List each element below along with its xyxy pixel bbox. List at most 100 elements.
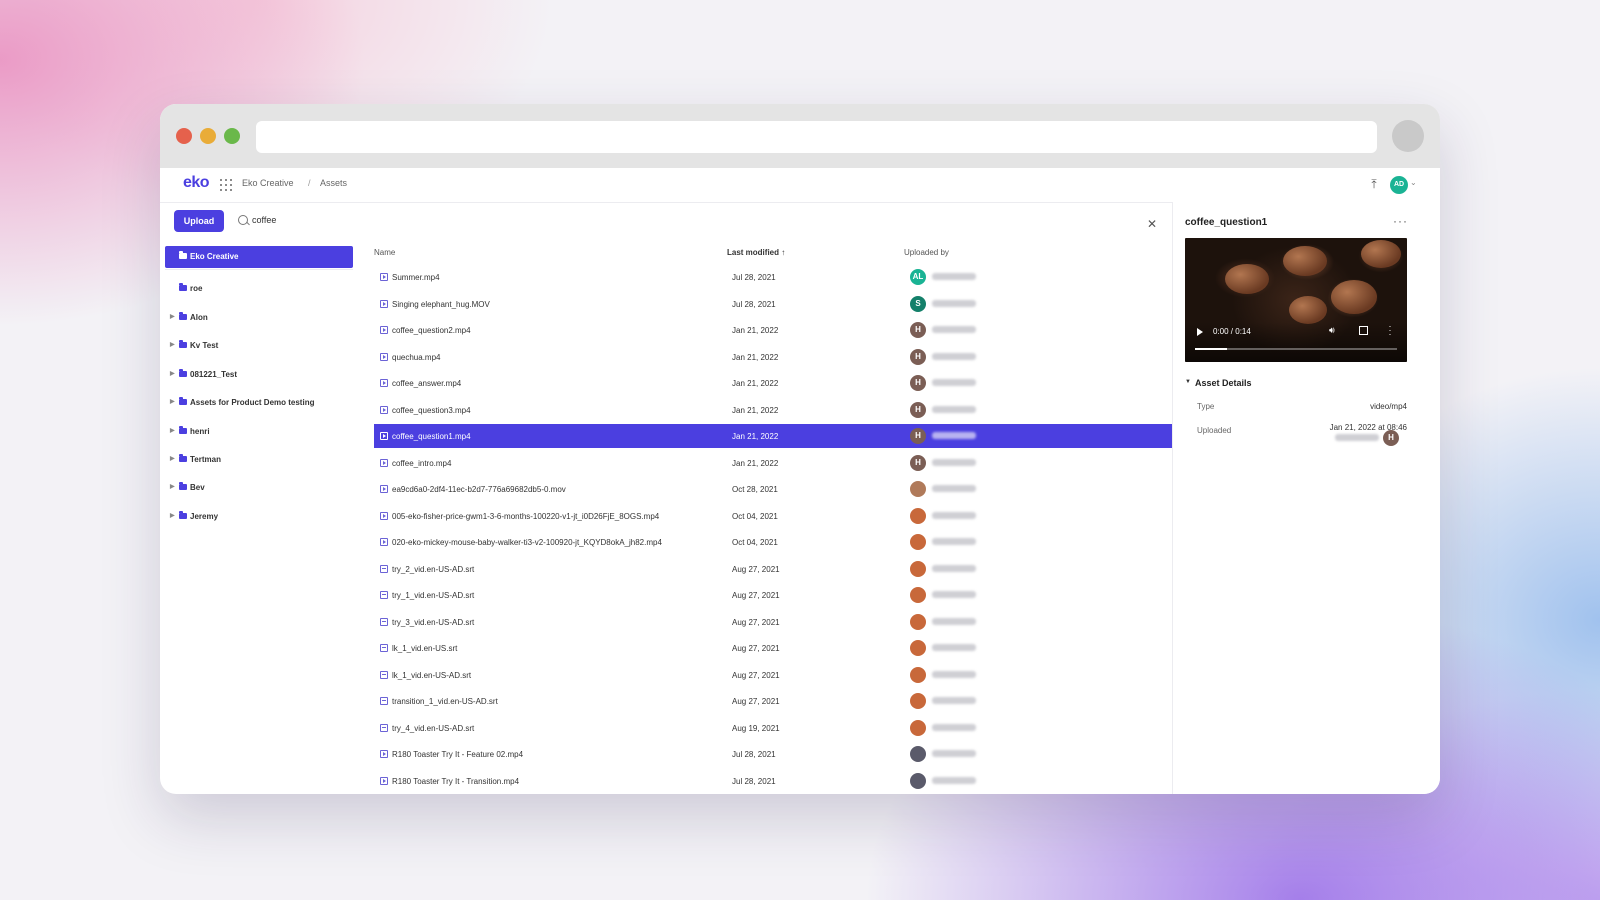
file-name: coffee_question2.mp4 [392, 326, 471, 335]
subtitle-file-icon [380, 564, 388, 573]
uploader-avatar [910, 746, 926, 762]
table-row[interactable]: try_1_vid.en-US-AD.srt Aug 27, 2021 [374, 583, 1172, 607]
upload-arrow-icon[interactable]: ⤒ [1366, 176, 1382, 192]
video-file-icon [380, 299, 388, 308]
uploader-name [932, 379, 976, 386]
folder-icon [179, 251, 187, 259]
expand-caret-icon[interactable]: ▶ [170, 398, 175, 405]
video-file-icon [380, 405, 388, 414]
chevron-down-icon[interactable]: ⌄ [1410, 178, 1417, 187]
play-icon[interactable] [1197, 328, 1203, 336]
folder-icon [179, 397, 187, 405]
asset-details-heading[interactable]: Asset Details [1195, 378, 1252, 388]
table-row[interactable]: lk_1_vid.en-US.srt Aug 27, 2021 [374, 636, 1172, 660]
sidebar-folder-item[interactable]: ▶ Tertman [165, 449, 353, 471]
video-seek-bar[interactable] [1195, 348, 1397, 350]
table-row[interactable]: coffee_question1.mp4 Jan 21, 2022 H [374, 424, 1172, 448]
table-row[interactable]: Summer.mp4 Jul 28, 2021 AL [374, 265, 1172, 289]
table-row[interactable]: coffee_answer.mp4 Jan 21, 2022 H [374, 371, 1172, 395]
video-player[interactable]: 0:00 / 0:14 🔊︎ · · · [1185, 238, 1407, 362]
sidebar-folder-label: Jeremy [190, 512, 219, 521]
video-file-icon [380, 432, 388, 440]
video-file-icon [380, 379, 388, 387]
asset-title: coffee_question1 [1185, 217, 1268, 228]
table-row[interactable]: try_4_vid.en-US-AD.srt Aug 19, 2021 [374, 716, 1172, 740]
file-name: transition_1_vid.en-US-AD.srt [392, 697, 498, 706]
volume-icon[interactable]: 🔊︎ [1329, 325, 1335, 336]
column-header-uploaded-by[interactable]: Uploaded by [904, 248, 949, 257]
table-row[interactable]: coffee_question3.mp4 Jan 21, 2022 H [374, 398, 1172, 422]
table-row[interactable]: Singing elephant_hug.MOV Jul 28, 2021 S [374, 292, 1172, 316]
table-row[interactable]: 020-eko-mickey-mouse-baby-walker-ti3-v2-… [374, 530, 1172, 554]
expand-caret-icon[interactable]: ▶ [170, 427, 175, 434]
sidebar-folder-item[interactable]: ▶ Alon [165, 307, 353, 329]
folder-icon [179, 482, 187, 490]
file-name: Summer.mp4 [392, 273, 440, 282]
minimize-window-button[interactable] [200, 128, 216, 144]
table-row[interactable]: try_2_vid.en-US-AD.srt Aug 27, 2021 [374, 557, 1172, 581]
sidebar-folder-item[interactable]: Eko Creative [165, 246, 353, 268]
uploader-name [932, 617, 976, 625]
maximize-window-button[interactable] [224, 128, 240, 144]
table-row[interactable]: lk_1_vid.en-US-AD.srt Aug 27, 2021 [374, 663, 1172, 687]
sidebar-folder-item[interactable]: ▶ 081221_Test [165, 364, 353, 386]
browser-profile-avatar[interactable] [1392, 120, 1424, 152]
sidebar-folder-item[interactable]: ▶ Kv Test [165, 335, 353, 357]
breadcrumb-separator: / [308, 178, 311, 188]
sidebar-folder-item[interactable]: roe [165, 278, 353, 300]
uploader-name [932, 432, 976, 439]
sidebar-folder-item[interactable]: ▶ Jeremy [165, 506, 353, 528]
file-name: coffee_question1.mp4 [392, 432, 471, 441]
close-panel-icon[interactable]: ✕ [1145, 217, 1159, 231]
sidebar-folder-label: Eko Creative [190, 252, 239, 261]
table-row[interactable]: coffee_intro.mp4 Jan 21, 2022 H [374, 451, 1172, 475]
table-row[interactable]: try_3_vid.en-US-AD.srt Aug 27, 2021 [374, 610, 1172, 634]
expand-caret-icon[interactable]: ▶ [170, 455, 175, 462]
subtitle-file-icon [380, 591, 388, 599]
file-name: R180 Toaster Try It - Transition.mp4 [392, 776, 520, 786]
video-file-icon [380, 326, 388, 334]
table-row[interactable]: R180 Toaster Try It - Transition.mp4 Jul … [374, 769, 1172, 793]
caret-down-icon[interactable]: ▼ [1185, 379, 1191, 385]
more-options-icon[interactable]: ··· [1393, 214, 1408, 228]
expand-caret-icon[interactable]: ▶ [170, 483, 175, 490]
table-row[interactable]: 005-eko-fisher-price-gwm1-3-6-months-100… [374, 504, 1172, 528]
expand-caret-icon[interactable]: ▶ [170, 370, 175, 377]
file-name: coffee_answer.mp4 [392, 379, 462, 388]
type-value: video/mp4 [1370, 402, 1407, 411]
folder-icon [179, 511, 187, 519]
file-date: Oct 04, 2021 [732, 538, 778, 547]
fullscreen-icon[interactable] [1359, 326, 1368, 335]
video-menu-icon[interactable]: · · · [1388, 322, 1392, 339]
eko-logo[interactable]: eko [183, 174, 210, 192]
uploader-name [932, 750, 976, 757]
uploader-avatar: S [910, 295, 926, 312]
breadcrumb-workspace[interactable]: Eko Creative [242, 178, 294, 188]
user-avatar[interactable]: AD [1390, 176, 1408, 194]
expand-caret-icon[interactable]: ▶ [170, 512, 175, 519]
apps-grid-icon[interactable] [220, 179, 232, 191]
sidebar-folder-item[interactable]: ▶ Assets for Product Demo testing [165, 392, 353, 414]
search-input[interactable] [252, 211, 552, 229]
sidebar-folder-item[interactable]: ▶ henri [165, 421, 353, 443]
expand-caret-icon[interactable]: ▶ [170, 313, 175, 320]
breadcrumb-assets[interactable]: Assets [320, 178, 347, 188]
coffee-bean-image [1283, 246, 1327, 276]
column-header-name[interactable]: Name [374, 248, 395, 257]
column-header-last-modified[interactable]: Last modified ↑ [727, 248, 785, 257]
browser-window: eko Eko Creative / Assets ⤒ AD ⌄ Upload … [160, 104, 1440, 794]
uploader-name [932, 273, 976, 280]
upload-button[interactable]: Upload [174, 210, 224, 232]
close-window-button[interactable] [176, 128, 192, 144]
sidebar-folder-item[interactable]: ▶ Bev [165, 477, 353, 499]
table-row[interactable]: coffee_question2.mp4 Jan 21, 2022 H [374, 318, 1172, 342]
uploader-avatar [910, 507, 926, 524]
table-row[interactable]: transition_1_vid.en-US-AD.srt Aug 27, 202… [374, 689, 1172, 713]
subtitle-file-icon [380, 617, 388, 626]
address-bar[interactable] [256, 121, 1377, 153]
table-row[interactable]: quechua.mp4 Jan 21, 2022 H [374, 345, 1172, 369]
table-row[interactable]: R180 Toaster Try It - Feature 02.mp4 Jul … [374, 742, 1172, 766]
expand-caret-icon[interactable]: ▶ [170, 341, 175, 348]
coffee-bean-image [1331, 280, 1377, 314]
table-row[interactable]: ea9cd6a0-2df4-11ec-b2d7-776a69682db5-0.m… [374, 477, 1172, 501]
